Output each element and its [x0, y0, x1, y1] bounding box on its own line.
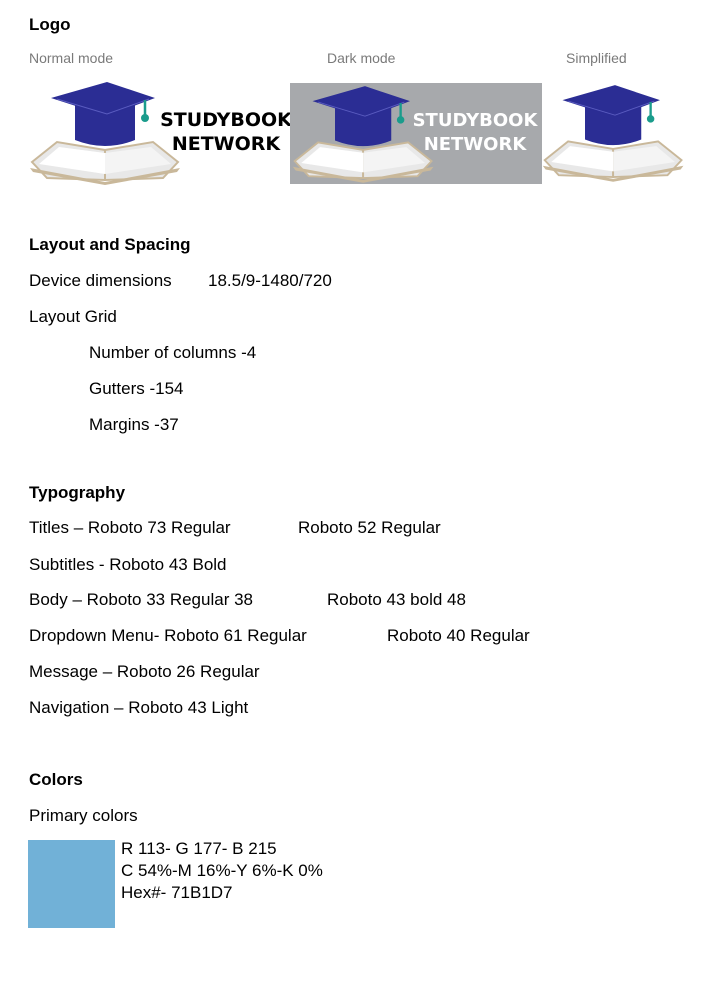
layout-grid-label: Layout Grid — [29, 307, 117, 326]
logo-dark: STUDYBOOK NETWORK — [290, 83, 542, 184]
primary-colors-label: Primary colors — [29, 806, 138, 825]
simplified-caption: Simplified — [566, 50, 627, 66]
normal-mode-caption: Normal mode — [29, 50, 114, 66]
logo-simplified — [540, 80, 690, 185]
subtitles-spec: Subtitles - Roboto 43 Bold — [29, 555, 227, 574]
rgb-value: R 113- G 177- B 215 — [121, 839, 277, 858]
logo-wordmark-line1: STUDYBOOK — [412, 110, 538, 131]
logo-normal: STUDYBOOK NETWORK — [27, 80, 293, 185]
logo-wordmark-line1: STUDYBOOK — [160, 109, 292, 131]
typography-heading: Typography — [29, 483, 126, 502]
primary-color-swatch — [28, 840, 115, 928]
gutters-spec: Gutters -154 — [89, 379, 184, 398]
dropdown-spec: Dropdown Menu- Roboto 61 Regular — [29, 626, 307, 645]
layout-heading: Layout and Spacing — [29, 235, 191, 254]
graduation-book-icon — [542, 85, 684, 182]
titles-spec-alt: Roboto 52 Regular — [298, 518, 441, 537]
device-dimensions-label: Device dimensions — [29, 271, 172, 290]
logo-wordmark-line2: NETWORK — [171, 133, 281, 155]
device-dimensions-value: 18.5/9-1480/720 — [208, 271, 332, 290]
logo-heading: Logo — [29, 15, 71, 34]
logo-wordmark-line2: NETWORK — [423, 134, 527, 155]
columns-spec: Number of columns -4 — [89, 343, 257, 362]
cmyk-value: C 54%-M 16%-Y 6%-K 0% — [121, 861, 323, 880]
margins-spec: Margins -37 — [89, 415, 179, 434]
dark-mode-caption: Dark mode — [327, 50, 396, 66]
message-spec: Message – Roboto 26 Regular — [29, 662, 260, 681]
primary-color-values: R 113- G 177- B 215 C 54%-M 16%-Y 6%-K 0… — [121, 838, 323, 904]
body-spec: Body – Roboto 33 Regular 38 — [29, 590, 253, 609]
titles-spec: Titles – Roboto 73 Regular — [29, 518, 231, 537]
logo-wordmark: STUDYBOOK NETWORK — [159, 108, 293, 156]
hex-value: Hex#- 71B1D7 — [121, 883, 233, 902]
logo-wordmark-dark: STUDYBOOK NETWORK — [408, 109, 542, 157]
colors-heading: Colors — [29, 770, 83, 789]
dropdown-spec-alt: Roboto 40 Regular — [387, 626, 530, 645]
navigation-spec: Navigation – Roboto 43 Light — [29, 698, 249, 717]
body-spec-alt: Roboto 43 bold 48 — [327, 590, 466, 609]
